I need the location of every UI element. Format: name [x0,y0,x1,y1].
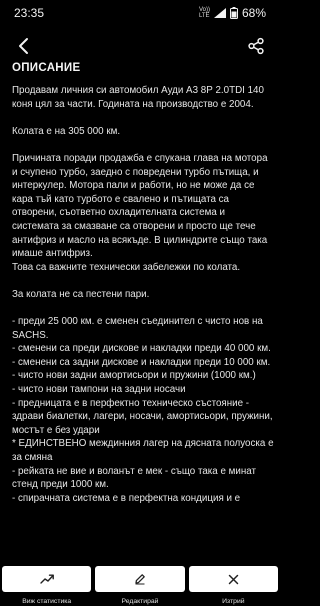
share-icon [248,37,264,55]
delete-button[interactable] [188,566,278,592]
close-icon [228,574,239,584]
status-right: Vo)) LTE 68% [199,6,266,20]
list-item: - преди 25 000 км. е сменен съединител с… [12,316,263,341]
reason-paragraph: Причината поради продажба е спукана глав… [12,152,268,260]
list-item: - сменени са преди дискове и накладки пр… [12,343,271,355]
list-item: - чисто нови задни амортисьори и пружини… [12,370,256,382]
mileage-text: Колата е на 305 000 км. [12,125,121,137]
list-item: - чисто нови тампони на задни носачи [12,384,186,396]
status-time: 23:35 [14,6,45,20]
delete-action: Изтрий [188,566,278,606]
status-bar: 23:35 Vo)) LTE 68% [0,0,280,26]
share-button[interactable] [242,32,270,60]
battery-percent: 68% [241,6,266,20]
back-button[interactable] [10,32,38,60]
list-item: - рейката не вие и воланът е мек - също … [12,465,256,491]
edit-button[interactable] [95,566,185,592]
maintenance-list: - преди 25 000 км. е сменен съединител с… [12,315,274,505]
view-stats-action: Виж статистика [2,566,92,606]
description-intro: Продавам личния си автомобил Ауди А3 8Р … [12,85,264,110]
reason-summary: Това са важните технически забележки по … [12,261,241,273]
battery-icon [229,7,238,19]
list-item: * ЕДИНСТВЕНО междинния лагер на дясната … [12,438,274,464]
lte-label: LTE [198,13,210,19]
description-body: Продавам личния си автомобил Ауди А3 8Р … [12,84,274,574]
description-title: ОПИСАНИЕ [12,62,81,74]
edit-action: Редактирай [95,566,185,606]
delete-label: Изтрий [222,598,245,605]
top-bar [0,26,280,66]
view-stats-label: Виж статистика [22,598,72,605]
list-item: - спирачната система е в перфектна конди… [12,492,241,504]
reason-text: Причината поради продажба е спукана глав… [12,152,274,274]
investment-text: За колата не са пестени пари. [12,288,150,300]
network-indicator: Vo)) LTE [199,7,210,19]
view-stats-button[interactable] [2,566,92,592]
list-item: - сменени са задни дискове и накладки пр… [12,356,271,368]
back-arrow-icon [19,38,28,54]
signal-icon [213,8,226,18]
action-bar: Виж статистика Редактирай Изтрий [0,566,280,606]
edit-label: Редактирай [121,598,159,605]
pencil-icon [135,574,145,585]
trend-up-icon [39,574,54,584]
list-item: - предницата е в перфектно техническо съ… [12,397,273,436]
